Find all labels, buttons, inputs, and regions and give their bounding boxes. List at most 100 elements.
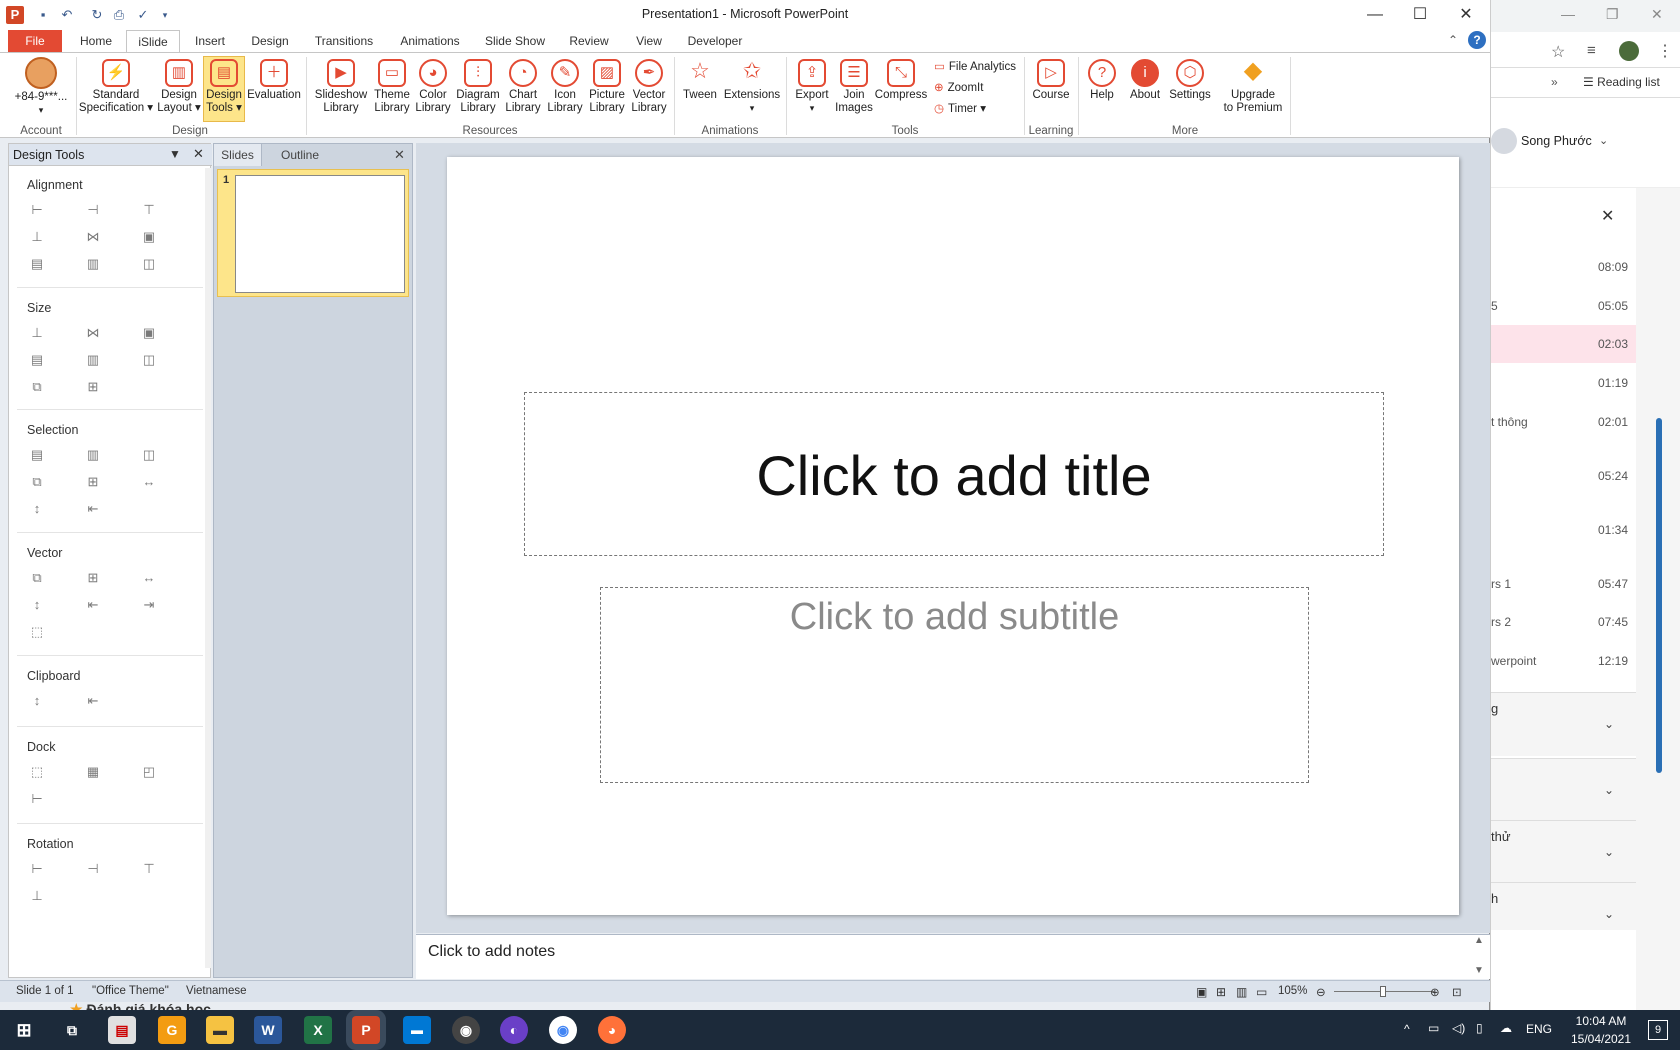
dock-tool-icon[interactable]: ⊢ bbox=[29, 791, 45, 807]
title-placeholder[interactable]: Click to add title bbox=[524, 392, 1384, 556]
avatar[interactable] bbox=[1619, 41, 1639, 61]
more-icon[interactable]: ⋮ bbox=[1657, 41, 1673, 61]
scroll-down-icon[interactable]: ▼ bbox=[1474, 965, 1484, 976]
selection-tool-icon[interactable]: ⊞ bbox=[85, 474, 101, 490]
extensions-button[interactable]: ✩ Extensions ▾ bbox=[722, 57, 782, 115]
tab-developer[interactable]: Developer bbox=[682, 30, 748, 52]
tab-insert[interactable]: Insert bbox=[186, 30, 234, 52]
onedrive-icon[interactable]: ☁ bbox=[1500, 1021, 1512, 1035]
vector-tool-icon[interactable]: ⇥ bbox=[141, 597, 157, 613]
tab-transitions[interactable]: Transitions bbox=[306, 30, 382, 52]
clipboard-tool-icon[interactable]: ⇤ bbox=[85, 693, 101, 709]
close-button[interactable]: ✕ bbox=[1443, 3, 1489, 27]
zoom-in-icon[interactable]: ⊕ bbox=[1430, 985, 1440, 999]
icon-library-button[interactable]: ✎ Icon Library bbox=[545, 57, 585, 115]
scrollbar-thumb[interactable] bbox=[1656, 418, 1662, 773]
list-item[interactable]: 02:03 bbox=[1491, 325, 1636, 363]
pane-menu-icon[interactable]: ▼ bbox=[169, 147, 181, 161]
slide-canvas[interactable]: Click to add title Click to add subtitle bbox=[447, 157, 1459, 915]
zoom-slider-thumb[interactable] bbox=[1380, 986, 1386, 997]
alignment-tool-icon[interactable]: ⋈ bbox=[85, 229, 101, 245]
rotation-tool-icon[interactable]: ⊢ bbox=[29, 861, 45, 877]
scrollbar-track[interactable] bbox=[1636, 188, 1680, 1010]
account-button[interactable]: +84-9***... ▾ bbox=[10, 57, 72, 117]
vector-tool-icon[interactable]: ⧉ bbox=[29, 570, 45, 586]
zoom-out-icon[interactable]: ⊖ bbox=[1316, 985, 1326, 999]
chevron-down-icon[interactable]: ⌄ bbox=[1604, 717, 1614, 731]
size-tool-icon[interactable]: ▥ bbox=[85, 352, 101, 368]
list-item[interactable]: werpoint 12:19 bbox=[1491, 642, 1636, 680]
volume-icon[interactable]: ◁) bbox=[1452, 1021, 1465, 1035]
subtitle-placeholder[interactable]: Click to add subtitle bbox=[600, 587, 1309, 783]
notes-pane[interactable]: Click to add notes ▲ ▼ bbox=[416, 934, 1490, 979]
chevron-right-icon[interactable]: » bbox=[1551, 75, 1558, 89]
file-analytics-button[interactable]: ▭ File Analytics bbox=[934, 59, 1016, 73]
list-item[interactable]: rs 2 07:45 bbox=[1491, 603, 1636, 641]
tab-file[interactable]: File bbox=[8, 30, 62, 52]
standard-specification-button[interactable]: ⚡ Standard Specification ▾ bbox=[78, 57, 154, 115]
reading-list-button[interactable]: ☰ Reading list bbox=[1583, 75, 1660, 89]
vector-tool-icon[interactable]: ⬚ bbox=[29, 624, 45, 640]
reading-view-icon[interactable]: ▥ bbox=[1236, 985, 1247, 999]
list-item[interactable]: t thông 02:01 bbox=[1491, 403, 1636, 441]
firefox-icon[interactable]: ◕ bbox=[598, 1016, 626, 1044]
clock-date[interactable]: 15/04/2021 bbox=[1566, 1032, 1636, 1046]
chrome-icon[interactable]: ◉ bbox=[549, 1016, 577, 1044]
list-item[interactable]: 05:24 bbox=[1491, 457, 1636, 495]
dock-tool-icon[interactable]: ⬚ bbox=[29, 764, 45, 780]
close-icon[interactable]: ✕ bbox=[1651, 6, 1663, 23]
minimize-button[interactable]: — bbox=[1352, 3, 1398, 27]
join-images-button[interactable]: ☰ Join Images bbox=[834, 57, 874, 115]
compress-button[interactable]: ⤡ Compress bbox=[874, 57, 928, 102]
accordion-section[interactable]: h ⌄ bbox=[1491, 882, 1636, 930]
close-icon[interactable]: ✕ bbox=[394, 147, 405, 163]
selection-tool-icon[interactable]: ⧉ bbox=[29, 474, 45, 490]
normal-view-icon[interactable]: ▣ bbox=[1196, 985, 1207, 999]
tab-review[interactable]: Review bbox=[562, 30, 616, 52]
theme-library-button[interactable]: ▭ Theme Library bbox=[372, 57, 412, 115]
tab-slides[interactable]: Slides bbox=[214, 144, 262, 166]
picture-library-button[interactable]: ▨ Picture Library bbox=[586, 57, 628, 115]
tab-view[interactable]: View bbox=[624, 30, 674, 52]
tab-slide-show[interactable]: Slide Show bbox=[478, 30, 552, 52]
slide-sorter-icon[interactable]: ⊞ bbox=[1216, 985, 1226, 999]
input-language[interactable]: ENG bbox=[1526, 1022, 1552, 1036]
reading-list-icon[interactable]: ≡ bbox=[1587, 42, 1596, 59]
scroll-up-icon[interactable]: ▲ bbox=[1474, 935, 1484, 946]
slideshow-view-icon[interactable]: ▭ bbox=[1256, 985, 1267, 999]
accordion-section[interactable]: thử ⌄ bbox=[1491, 820, 1636, 884]
language-indicator[interactable]: Vietnamese bbox=[186, 985, 247, 997]
size-tool-icon[interactable]: ⊞ bbox=[85, 379, 101, 395]
alignment-tool-icon[interactable]: ▤ bbox=[29, 256, 45, 272]
zoomit-button[interactable]: ⊕ ZoomIt bbox=[934, 80, 983, 94]
chevron-down-icon[interactable]: ⌄ bbox=[1604, 907, 1614, 921]
list-item[interactable]: 5 05:05 bbox=[1491, 287, 1636, 325]
browser-address-bar[interactable]: ☆ ≡ ⋮ bbox=[1491, 34, 1680, 68]
collapse-ribbon-icon[interactable]: ⌃ bbox=[1448, 33, 1458, 47]
clock-time[interactable]: 10:04 AM bbox=[1566, 1014, 1636, 1028]
size-tool-icon[interactable]: ◫ bbox=[141, 352, 157, 368]
size-tool-icon[interactable]: ⋈ bbox=[85, 325, 101, 341]
vector-tool-icon[interactable]: ⊞ bbox=[85, 570, 101, 586]
color-library-button[interactable]: ◕ Color Library bbox=[413, 57, 453, 115]
selection-tool-icon[interactable]: ▤ bbox=[29, 447, 45, 463]
dock-tool-icon[interactable]: ◰ bbox=[141, 764, 157, 780]
size-tool-icon[interactable]: ▤ bbox=[29, 352, 45, 368]
selection-tool-icon[interactable]: ▥ bbox=[85, 447, 101, 463]
timer-button[interactable]: ◷ Timer ▾ bbox=[934, 101, 986, 115]
size-tool-icon[interactable]: ⊥ bbox=[29, 325, 45, 341]
battery-icon[interactable]: ▯ bbox=[1476, 1021, 1483, 1035]
tab-animations[interactable]: Animations bbox=[392, 30, 468, 52]
list-item[interactable]: 01:34 bbox=[1491, 511, 1636, 549]
alignment-tool-icon[interactable]: ⊥ bbox=[29, 229, 45, 245]
accordion-section[interactable]: ⌄ bbox=[1491, 758, 1636, 822]
rotation-tool-icon[interactable]: ⊥ bbox=[29, 888, 45, 904]
slide-thumbnail-selected[interactable]: 1 bbox=[217, 169, 409, 297]
app-g-icon[interactable]: G bbox=[158, 1016, 186, 1044]
selection-tool-icon[interactable]: ↕ bbox=[29, 501, 45, 517]
help-button[interactable]: ? Help bbox=[1082, 57, 1122, 102]
chevron-up-icon[interactable]: ^ bbox=[1404, 1022, 1410, 1036]
word-icon[interactable]: W bbox=[254, 1016, 282, 1044]
rotation-tool-icon[interactable]: ⊣ bbox=[85, 861, 101, 877]
tab-islide[interactable]: iSlide bbox=[126, 30, 180, 53]
